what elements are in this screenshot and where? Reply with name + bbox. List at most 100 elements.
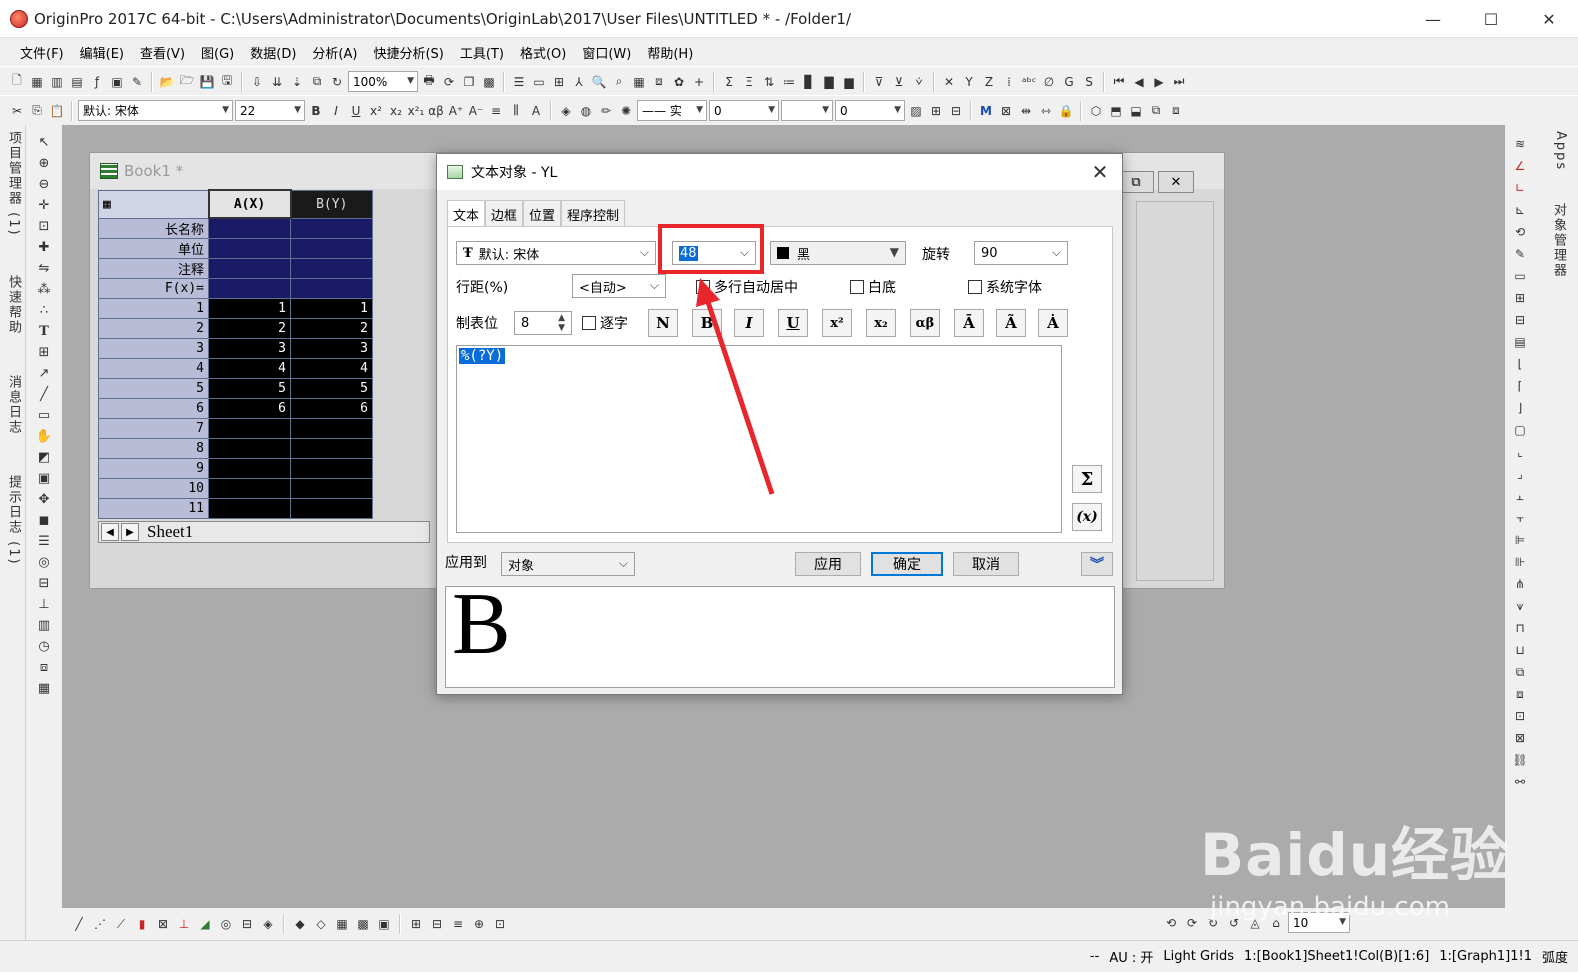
dialog-close-icon[interactable]: ✕ <box>1088 160 1112 184</box>
workbook-restore-button[interactable]: ⧉ <box>1118 171 1154 193</box>
subscript-icon[interactable]: x₂ <box>387 102 405 120</box>
apply-button[interactable]: 应用 <box>795 552 861 576</box>
data-cell[interactable] <box>208 437 291 459</box>
import-multiple-icon[interactable]: ⇣ <box>288 73 306 91</box>
table-tool-icon[interactable]: ▦ <box>35 679 53 697</box>
box-plot-icon[interactable]: ⊟ <box>238 915 256 933</box>
bold-icon[interactable]: B <box>307 102 325 120</box>
3d-plot-icon[interactable]: ◈ <box>259 915 277 933</box>
template-icon[interactable]: ▣ <box>375 915 393 933</box>
sum-column-icon[interactable]: Σ <box>720 73 738 91</box>
menu-analysis[interactable]: 分析(A) <box>304 43 365 62</box>
new-matrix-icon[interactable]: ▤ <box>68 73 86 91</box>
zoom-out-icon[interactable]: ⊖ <box>35 175 53 193</box>
axis-red-icon[interactable]: ∠ <box>1511 157 1529 175</box>
supersubscript-icon[interactable]: x²₁ <box>407 102 425 120</box>
row-number[interactable]: 11 <box>98 497 209 519</box>
insert-graph-icon[interactable]: ◩ <box>35 448 53 466</box>
meta-cell[interactable] <box>290 277 373 299</box>
pointer-icon[interactable]: ↖ <box>35 133 53 151</box>
align-left-obj-icon[interactable]: ⊫ <box>1511 531 1529 549</box>
close-button[interactable]: ✕ <box>1520 0 1578 38</box>
group-icon[interactable]: G <box>1060 73 1078 91</box>
status-autoupdate[interactable]: AU : 开 <box>1109 947 1153 966</box>
paste-icon[interactable]: 📋 <box>48 102 66 120</box>
corner-6-icon[interactable]: ⌟ <box>1511 465 1529 483</box>
menu-quick-analysis[interactable]: 快捷分析(S) <box>365 43 451 62</box>
align-columns-icon[interactable]: ⫼ <box>507 102 525 120</box>
rotate-x-icon[interactable]: ⟲ <box>1162 914 1180 932</box>
white-bg-checkbox[interactable]: 白底 <box>850 277 896 297</box>
batch-icon[interactable]: ⧉ <box>308 73 326 91</box>
italic-format-button[interactable]: I <box>734 309 764 337</box>
menu-file[interactable]: 文件(F) <box>12 43 72 62</box>
workbook-close-button[interactable]: ✕ <box>1158 171 1194 193</box>
zoom-combo[interactable]: 100% ▼ <box>348 71 418 92</box>
heatmap-icon[interactable]: ▦ <box>333 915 351 933</box>
row-number[interactable]: 2 <box>98 317 209 339</box>
scatter-plot-icon[interactable]: ⋰ <box>91 915 109 933</box>
greek-format-button[interactable]: αβ <box>910 309 940 337</box>
smart-hint-log-tab[interactable]: 提示日志 (1) <box>3 475 23 566</box>
bring-front-icon[interactable]: ⬒ <box>1107 102 1125 120</box>
disregard-icon[interactable]: ✕ <box>940 73 958 91</box>
underline-icon[interactable]: U <box>347 102 365 120</box>
menu-graph[interactable]: 图(G) <box>193 43 242 62</box>
merge-icon[interactable]: M <box>977 102 995 120</box>
meta-cell[interactable] <box>290 257 373 279</box>
graph-zoom-icon[interactable]: 🔍 <box>590 73 608 91</box>
layout-1-icon[interactable]: ▭ <box>1511 267 1529 285</box>
distribute-v-icon[interactable]: ⩛ <box>1511 597 1529 615</box>
distribute-h-icon[interactable]: ⋔ <box>1511 575 1529 593</box>
pie-plot-icon[interactable]: ⊠ <box>154 915 172 933</box>
filter-options-icon[interactable]: ⩒ <box>910 73 928 91</box>
multiline-center-checkbox[interactable]: 多行自动居中 <box>696 277 798 297</box>
messages-log-tab[interactable]: 消息日志 <box>3 375 23 435</box>
subscript-format-button[interactable]: x₂ <box>866 309 896 337</box>
layout-2-icon[interactable]: ⊞ <box>1511 289 1529 307</box>
normal-format-button[interactable]: N <box>648 309 678 337</box>
tree-icon[interactable]: ⅄ <box>570 73 588 91</box>
data-cell[interactable] <box>208 477 291 499</box>
row-number[interactable]: 7 <box>98 417 209 439</box>
3d-icon[interactable]: ◼ <box>35 511 53 529</box>
menu-help[interactable]: 帮助(H) <box>639 43 701 62</box>
row-number[interactable]: 4 <box>98 357 209 379</box>
column-header-b[interactable]: B(Y) <box>290 189 373 219</box>
new-graph-icon[interactable]: ▥ <box>48 73 66 91</box>
sheet-next-icon[interactable]: ▶ <box>121 523 139 541</box>
dialog-titlebar[interactable]: 文本对象 - YL ✕ <box>437 154 1122 190</box>
recalculate-icon[interactable]: ↻ <box>328 73 346 91</box>
line-width-combo[interactable]: 0 ▼ <box>709 100 779 121</box>
bold-format-button[interactable]: B <box>692 309 722 337</box>
data-cell[interactable]: 2 <box>208 317 291 339</box>
region-icon[interactable]: ⁂ <box>35 280 53 298</box>
new-layout-icon[interactable]: ▣ <box>108 73 126 91</box>
pattern-color-icon[interactable]: ◍ <box>577 102 595 120</box>
save-icon[interactable]: 💾 <box>198 73 216 91</box>
none-icon[interactable]: ∅ <box>1040 73 1058 91</box>
system-font-checkbox[interactable]: 系统字体 <box>968 277 1042 297</box>
corner-1-icon[interactable]: ⌊ <box>1511 355 1529 373</box>
meta-cell[interactable] <box>208 257 291 279</box>
data-cell[interactable]: 6 <box>290 397 373 419</box>
bar-chart-icon[interactable]: ▇ <box>820 73 838 91</box>
pattern-width-combo[interactable]: 0 ▼ <box>835 100 905 121</box>
group-obj-icon[interactable]: ⊡ <box>1511 707 1529 725</box>
menu-data[interactable]: 数据(D) <box>242 43 304 62</box>
polar-plot-icon[interactable]: ◎ <box>217 915 235 933</box>
data-cell[interactable] <box>290 437 373 459</box>
worksheet-grid[interactable]: ▦ A(X) B(Y) 长名称 单位 注释 F(x)= 111 222 333 … <box>98 189 373 519</box>
circle-tool-icon[interactable]: ◎ <box>35 553 53 571</box>
tab-position[interactable]: 位置 <box>523 200 562 226</box>
annotation-icon[interactable]: ⊞ <box>35 343 53 361</box>
extract-icon[interactable]: ⊟ <box>428 915 446 933</box>
superscript-format-button[interactable]: x² <box>822 309 852 337</box>
row-number[interactable]: 3 <box>98 337 209 359</box>
data-selector-icon[interactable]: ⇋ <box>35 259 53 277</box>
screen-reader-icon[interactable]: ⊡ <box>35 217 53 235</box>
corner-5-icon[interactable]: ⌞ <box>1511 443 1529 461</box>
quick-help-tab[interactable]: 快速帮助 <box>3 275 23 335</box>
tab-programming[interactable]: 程序控制 <box>561 200 626 226</box>
print-icon[interactable]: 🖶 <box>420 73 438 91</box>
